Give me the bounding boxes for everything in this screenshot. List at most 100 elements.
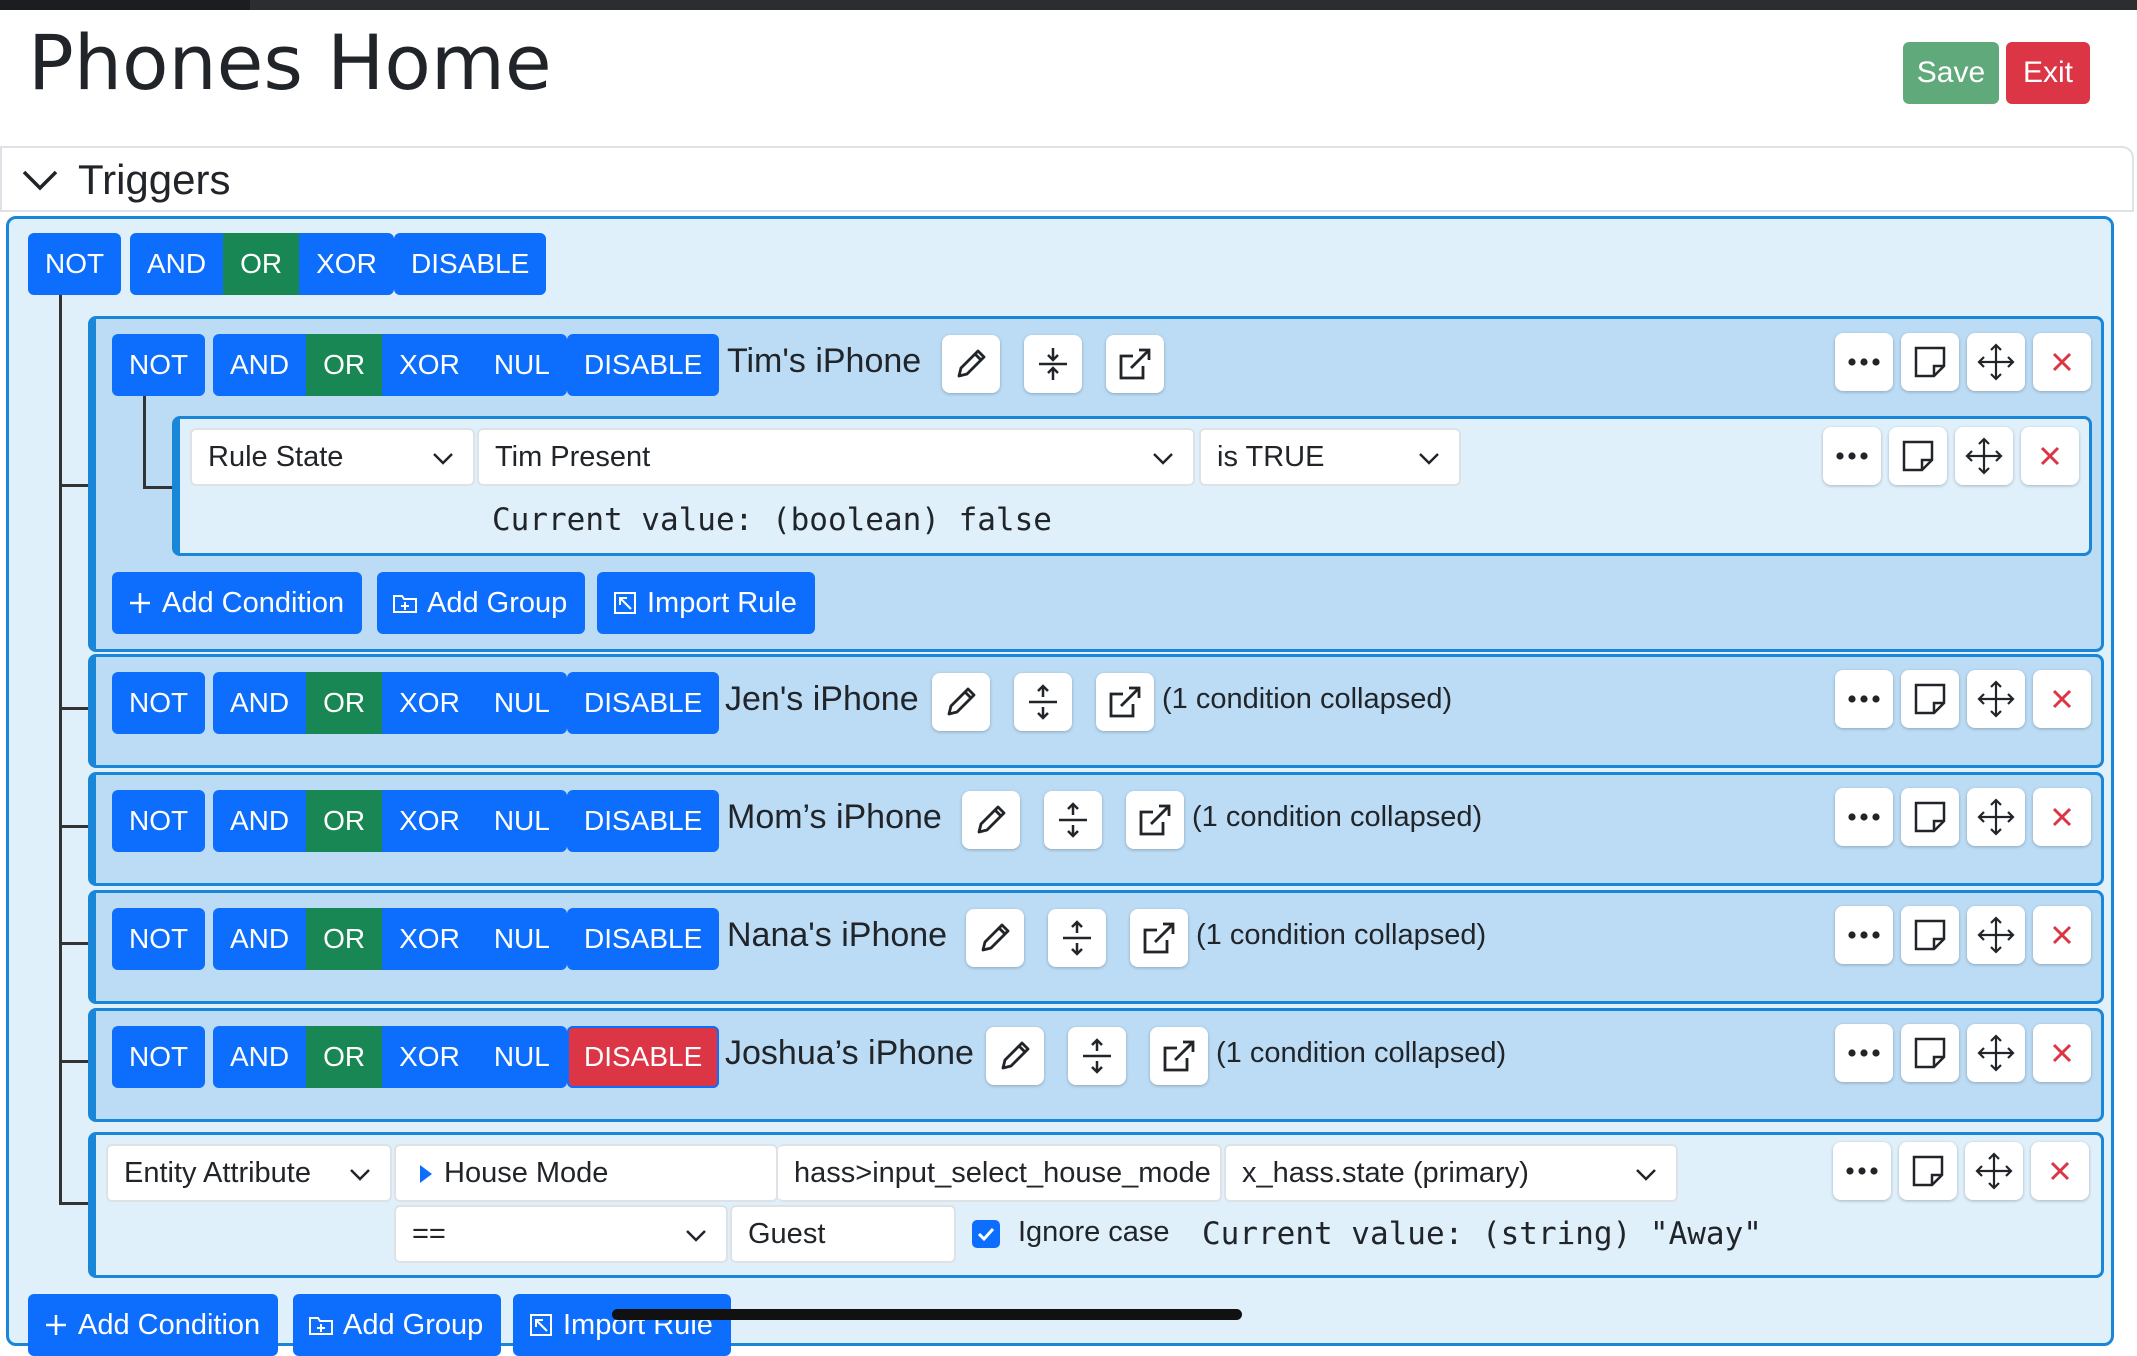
expand-button[interactable] [1048, 909, 1106, 967]
group-and-button[interactable]: AND [213, 1026, 307, 1088]
root-disable-button[interactable]: DISABLE [394, 233, 547, 295]
copy-button[interactable] [1899, 1142, 1957, 1200]
more-options-button[interactable] [1835, 788, 1893, 846]
test-select[interactable]: is TRUE [1199, 428, 1461, 486]
triggers-section-header[interactable]: Triggers [0, 146, 2134, 212]
open-external-button[interactable] [1130, 909, 1188, 967]
edit-name-button[interactable] [962, 791, 1020, 849]
delete-button[interactable] [2033, 906, 2091, 964]
import-rule-button[interactable]: Import Rule [597, 572, 815, 634]
group-nul-button[interactable]: NUL [476, 908, 567, 970]
root-add-group-button[interactable]: Add Group [293, 1294, 502, 1356]
group-nul-button[interactable]: NUL [476, 1026, 567, 1088]
group-and-button[interactable]: AND [213, 790, 307, 852]
group-or-button[interactable]: OR [306, 672, 383, 734]
edit-name-button[interactable] [942, 335, 1000, 393]
delete-button[interactable] [2033, 333, 2091, 391]
group-disable-button[interactable]: DISABLE [567, 908, 720, 970]
move-button[interactable] [1967, 788, 2025, 846]
group-not-button[interactable]: NOT [112, 334, 206, 396]
open-external-button[interactable] [1106, 335, 1164, 393]
more-options-button[interactable] [1835, 333, 1893, 391]
group-or-button[interactable]: OR [306, 908, 383, 970]
group-nul-button[interactable]: NUL [476, 790, 567, 852]
group-or-button[interactable]: OR [306, 790, 383, 852]
root-or-button[interactable]: OR [223, 233, 300, 295]
triggers-title: Triggers [78, 156, 231, 203]
condition-type-select[interactable]: Entity Attribute [106, 1144, 392, 1202]
copy-button[interactable] [1901, 1024, 1959, 1082]
group-nul-button[interactable]: NUL [476, 334, 567, 396]
group-xor-button[interactable]: XOR [382, 790, 477, 852]
group-op-buttons: AND OR XOR NUL [213, 1026, 567, 1088]
group-xor-button[interactable]: XOR [382, 908, 477, 970]
move-button[interactable] [1967, 670, 2025, 728]
edit-name-button[interactable] [966, 909, 1024, 967]
group-not-button[interactable]: NOT [112, 672, 206, 734]
group-disable-button[interactable]: DISABLE [567, 672, 720, 734]
group-not-button[interactable]: NOT [112, 1026, 206, 1088]
move-button[interactable] [1967, 333, 2025, 391]
add-group-button[interactable]: Add Group [377, 572, 586, 634]
delete-button[interactable] [2021, 427, 2079, 485]
expand-button[interactable] [1014, 673, 1072, 731]
move-button[interactable] [1967, 1024, 2025, 1082]
attribute-select[interactable]: x_hass.state (primary) [1224, 1144, 1678, 1202]
delete-button[interactable] [2033, 670, 2091, 728]
add-condition-button[interactable]: Add Condition [112, 572, 363, 634]
group-or-button[interactable]: OR [306, 1026, 383, 1088]
root-xor-button[interactable]: XOR [299, 233, 394, 295]
expand-button[interactable] [1044, 791, 1102, 849]
open-external-button[interactable] [1096, 673, 1154, 731]
move-button[interactable] [1965, 1142, 2023, 1200]
condition-type-select[interactable]: Rule State [190, 428, 475, 486]
more-options-button[interactable] [1835, 906, 1893, 964]
edit-name-button[interactable] [932, 673, 990, 731]
save-button[interactable]: Save [1903, 42, 1999, 104]
ignore-case-checkbox[interactable] [972, 1220, 1000, 1248]
group-not-button[interactable]: NOT [112, 790, 206, 852]
delete-button[interactable] [2031, 1142, 2089, 1200]
copy-button[interactable] [1901, 906, 1959, 964]
more-options-button[interactable] [1823, 427, 1881, 485]
move-button[interactable] [1955, 427, 2013, 485]
open-external-button[interactable] [1150, 1027, 1208, 1085]
group-and-button[interactable]: AND [213, 908, 307, 970]
home-indicator[interactable] [612, 1309, 1242, 1320]
group-xor-button[interactable]: XOR [382, 672, 477, 734]
rule-select[interactable]: Tim Present [477, 428, 1195, 486]
root-and-button[interactable]: AND [130, 233, 224, 295]
move-button[interactable] [1967, 906, 2025, 964]
more-options-button[interactable] [1833, 1142, 1891, 1200]
operator-select[interactable]: == [394, 1205, 728, 1263]
more-options-button[interactable] [1835, 670, 1893, 728]
copy-button[interactable] [1901, 333, 1959, 391]
exit-button[interactable]: Exit [2006, 42, 2090, 104]
group-disable-button-active[interactable]: DISABLE [567, 1026, 720, 1088]
chevron-down-icon [1636, 1169, 1656, 1181]
more-options-button[interactable] [1835, 1024, 1893, 1082]
copy-button[interactable] [1901, 670, 1959, 728]
group-not-button[interactable]: NOT [112, 908, 206, 970]
root-not-button[interactable]: NOT [28, 233, 122, 295]
group-and-button[interactable]: AND [213, 334, 307, 396]
edit-name-button[interactable] [986, 1027, 1044, 1085]
delete-button[interactable] [2033, 1024, 2091, 1082]
expand-button[interactable] [1068, 1027, 1126, 1085]
delete-button[interactable] [2033, 788, 2091, 846]
group-disable-button[interactable]: DISABLE [567, 334, 720, 396]
collapse-button[interactable] [1024, 335, 1082, 393]
copy-button[interactable] [1901, 788, 1959, 846]
entity-picker[interactable]: House Mode [394, 1144, 778, 1202]
group-or-button[interactable]: OR [306, 334, 383, 396]
group-nul-button[interactable]: NUL [476, 672, 567, 734]
copy-button[interactable] [1889, 427, 1947, 485]
group-xor-button[interactable]: XOR [382, 334, 477, 396]
open-external-button[interactable] [1126, 791, 1184, 849]
group-and-button[interactable]: AND [213, 672, 307, 734]
root-add-condition-button[interactable]: Add Condition [28, 1294, 279, 1356]
value-input[interactable]: Guest [730, 1205, 956, 1263]
group-xor-button[interactable]: XOR [382, 1026, 477, 1088]
root-import-rule-button[interactable]: Import Rule [513, 1294, 731, 1356]
group-disable-button[interactable]: DISABLE [567, 790, 720, 852]
